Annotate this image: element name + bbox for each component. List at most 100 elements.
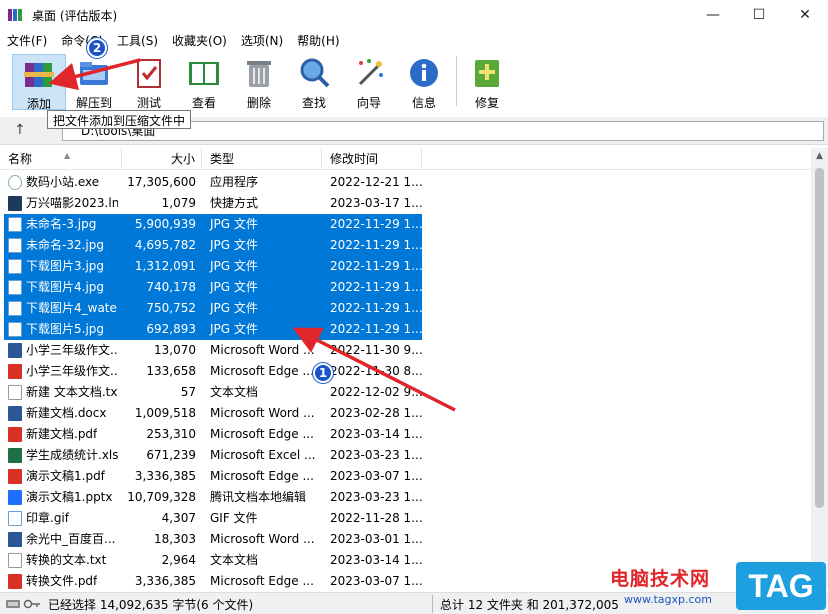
menu-item-5[interactable]: 帮助(H) [290, 32, 346, 49]
wizard-button[interactable]: 向导 [342, 54, 396, 110]
file-type: 腾讯文档本地编辑 [210, 490, 307, 504]
column-header-modified[interactable]: 修改时间 [322, 148, 422, 170]
file-row[interactable]: 新建 文本文档.txt 57 文本文档 2022-12-02 9... [0, 382, 828, 403]
file-type: 应用程序 [210, 175, 259, 189]
test-button-label: 测试 [136, 96, 161, 110]
file-row[interactable]: 余光中_百度百... 18,303 Microsoft Word ... 2023-0… [0, 529, 828, 550]
file-row[interactable]: 学生成绩统计.xlsx 671,239 Microsoft Excel ... 202… [0, 445, 828, 466]
file-size: 671,239 [146, 448, 196, 462]
file-row[interactable]: 印章.gif 4,307 GIF 文件 2022-11-28 1... [0, 508, 828, 529]
find-button[interactable]: 查找 [287, 54, 341, 110]
file-type: Microsoft Word ... [210, 406, 315, 420]
file-type: JPG 文件 [202, 235, 322, 256]
file-type: JPG 文件 [202, 256, 322, 277]
minimize-button[interactable]: — [690, 0, 736, 30]
column-header-name[interactable]: 名称 ▲ [4, 148, 122, 170]
pdf-file-icon [8, 574, 22, 589]
window-title: 桌面 (评估版本) [32, 8, 118, 23]
file-type: Microsoft Edge ... [210, 427, 314, 441]
menu-item-2[interactable]: 工具(S) [110, 32, 165, 49]
file-row[interactable]: 下载图片4_wate... 750,752JPG 文件2022-11-29 1..… [0, 298, 828, 319]
file-row[interactable]: 下载图片5.jpg 692,893 JPG 文件 2022-11-29 1... [0, 319, 828, 340]
menu-item-3[interactable]: 收藏夹(O) [165, 32, 234, 49]
jpg-file-icon [8, 280, 22, 295]
file-type: JPG 文件 [202, 298, 322, 319]
scroll-thumb[interactable] [815, 168, 824, 508]
up-folder-icon[interactable]: ↑ [14, 122, 26, 138]
lnk-file-icon [8, 196, 22, 211]
info-button[interactable]: 信息 [397, 54, 451, 110]
file-row[interactable]: 未命名-3.jpg 5,900,939 JPG 文件 2022-11-29 1... [0, 214, 828, 235]
word-file-icon [8, 406, 22, 421]
file-name: 转换的文本.txt [26, 553, 107, 567]
file-row[interactable]: 万兴喵影2023.lnk 1,079 快捷方式 2023-03-17 1... [0, 193, 828, 214]
maximize-button[interactable]: ☐ [736, 0, 782, 30]
file-row[interactable]: 数码小站.exe 17,305,600 应用程序 2022-12-21 1... [0, 172, 828, 193]
file-name: 小学三年级作文... [26, 364, 118, 378]
file-row[interactable]: 小学三年级作文... 13,070 Microsoft Word ... 2022-1… [0, 340, 828, 361]
watermark-tag-logo: TAG [736, 562, 826, 610]
list-header: 名称 ▲ 大小 类型 修改时间 [0, 148, 828, 170]
clipboard-check-icon [132, 56, 166, 90]
file-modified: 2023-03-01 1... [330, 532, 422, 546]
file-modified: 2023-02-28 1... [330, 406, 422, 420]
file-type: JPG 文件 [202, 319, 322, 340]
watermark: 电脑技术网 www.tagxp.com TAG [610, 560, 828, 614]
file-size: 133,658 [146, 364, 196, 378]
file-row[interactable]: 演示文稿1.pptx 10,709,328 腾讯文档本地编辑 2023-03-23 1… [0, 487, 828, 508]
file-type: GIF 文件 [210, 511, 258, 525]
file-name: 印章.gif [26, 511, 69, 525]
menu-item-0[interactable]: 文件(F) [0, 32, 54, 49]
file-type: JPG 文件 [202, 277, 322, 298]
file-modified: 2022-11-30 9... [330, 343, 422, 357]
column-header-size[interactable]: 大小 [122, 148, 202, 170]
file-row[interactable]: 未命名-32.jpg 4,695,782 JPG 文件 2022-11-29 1... [0, 235, 828, 256]
file-size: 2,964 [161, 553, 196, 567]
view-button[interactable]: 查看 [177, 54, 231, 110]
repair-kit-icon [470, 56, 504, 90]
menu-item-4[interactable]: 选项(N) [234, 32, 290, 49]
scroll-up-icon[interactable]: ▲ [811, 148, 828, 165]
close-button[interactable]: ✕ [782, 0, 828, 30]
status-total-text: 总计 12 文件夹 和 201,372,005 [440, 598, 619, 612]
menu-bar: 文件(F) 命令(C) 工具(S) 收藏夹(O) 选项(N) 帮助(H) [0, 30, 828, 50]
info-icon [407, 56, 441, 90]
jpg-file-icon [8, 301, 22, 316]
jpg-file-icon [8, 322, 22, 337]
vertical-scrollbar[interactable]: ▲ ▼ [811, 148, 828, 590]
file-name-cell: 新建 文本文档.txt [4, 382, 122, 403]
file-name-cell: 下载图片4_wate... [4, 298, 122, 319]
repair-button[interactable]: 修复 [460, 54, 514, 110]
file-modified: 2023-03-14 1... [330, 553, 422, 567]
status-selection-text: 已经选择 14,092,635 字节(6 个文件) [48, 598, 254, 612]
file-modified: 2023-03-23 1... [330, 448, 422, 462]
file-name: 演示文稿1.pptx [26, 490, 113, 504]
delete-button[interactable]: 删除 [232, 54, 286, 110]
file-type: Microsoft Edge ... [210, 574, 314, 588]
test-button[interactable]: 测试 [122, 54, 176, 110]
file-size: 4,695,782 [122, 235, 202, 256]
file-name-cell: 未命名-3.jpg [4, 214, 122, 235]
file-modified: 2022-11-29 1... [322, 256, 422, 277]
file-row[interactable]: 新建文档.pdf 253,310 Microsoft Edge ... 2023-03… [0, 424, 828, 445]
file-type: 文本文档 [210, 553, 259, 567]
file-size: 1,009,518 [134, 406, 196, 420]
file-modified: 2022-12-21 1... [330, 175, 422, 189]
extract-button[interactable]: 解压到 [67, 54, 121, 110]
file-row[interactable]: 新建文档.docx 1,009,518 Microsoft Word ... 2023… [0, 403, 828, 424]
add-button[interactable]: 添加 [12, 54, 66, 111]
file-size: 18,303 [154, 532, 196, 546]
file-row[interactable]: 下载图片3.jpg 1,312,091 JPG 文件 2022-11-29 1... [0, 256, 828, 277]
file-row[interactable]: 下载图片4.jpg 740,178 JPG 文件 2022-11-29 1... [0, 277, 828, 298]
file-row[interactable]: 演示文稿1.pdf 3,336,385 Microsoft Edge ... 2023… [0, 466, 828, 487]
file-name: 新建 文本文档.txt [26, 385, 118, 399]
file-size: 13,070 [154, 343, 196, 357]
file-modified: 2022-11-29 1... [322, 277, 422, 298]
file-row[interactable]: 小学三年级作文... 133,658 Microsoft Edge ... 2022-… [0, 361, 828, 382]
column-header-type[interactable]: 类型 [202, 148, 322, 170]
winrar-app-icon[interactable] [8, 7, 24, 23]
file-name-cell: 下载图片4.jpg [4, 277, 122, 298]
column-name-label: 名称 [8, 152, 33, 166]
file-modified: 2023-03-17 1... [330, 196, 422, 210]
info-button-label: 信息 [411, 96, 436, 110]
